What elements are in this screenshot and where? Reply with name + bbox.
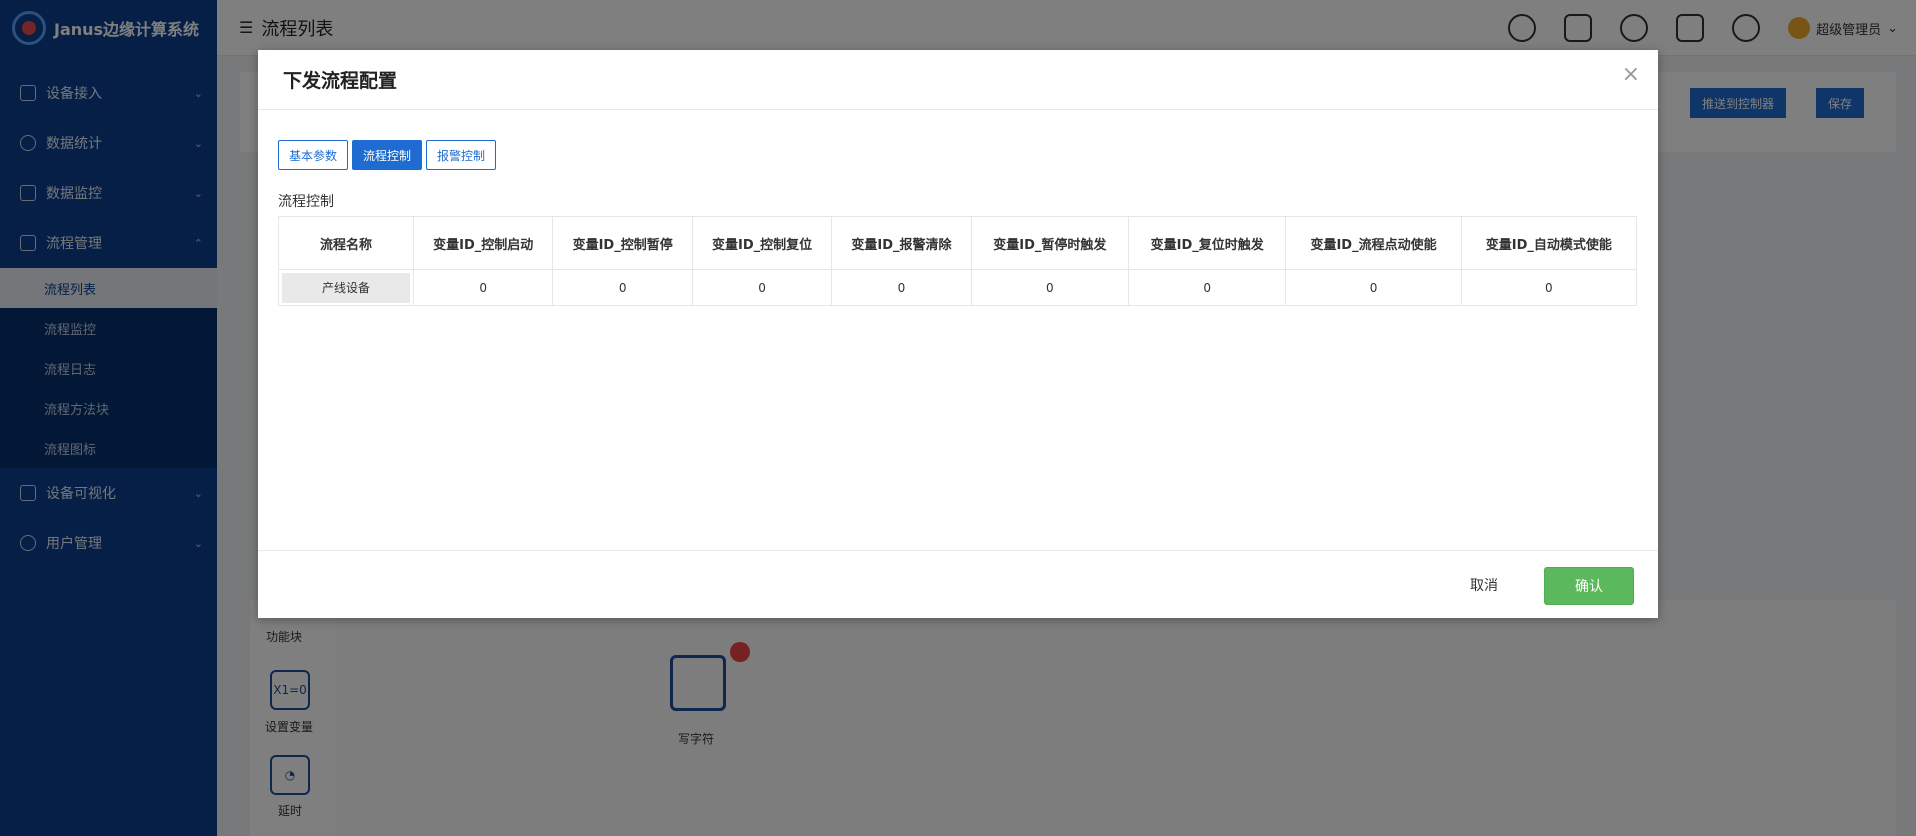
- table-row: 产线设备 0 0 0 0 0 0 0 0: [278, 269, 1638, 306]
- table-cell[interactable]: 0: [691, 269, 833, 306]
- modal-title: 下发流程配置: [283, 70, 398, 92]
- table-cell[interactable]: 0: [970, 269, 1130, 306]
- column-header: 变量ID_自动模式使能: [1460, 216, 1638, 270]
- column-header: 流程名称: [278, 216, 414, 270]
- modal-header: 下发流程配置 ×: [258, 50, 1658, 110]
- dispatch-flow-config-modal: 下发流程配置 × 基本参数 流程控制 报警控制 流程控制 流程名称 变量ID_控…: [258, 50, 1658, 618]
- column-header: 变量ID_报警清除: [831, 216, 972, 270]
- table-cell[interactable]: 0: [412, 269, 554, 306]
- cancel-button[interactable]: 取消: [1460, 567, 1508, 603]
- column-header: 变量ID_暂停时触发: [970, 216, 1130, 270]
- table-cell[interactable]: 0: [1128, 269, 1287, 306]
- column-header: 变量ID_复位时触发: [1128, 216, 1287, 270]
- table-cell[interactable]: 0: [552, 269, 693, 306]
- tab-basic-params[interactable]: 基本参数: [278, 140, 349, 170]
- column-header: 变量ID_流程点动使能: [1285, 216, 1462, 270]
- table-cell[interactable]: 0: [1460, 269, 1638, 306]
- column-header: 变量ID_控制启动: [412, 216, 554, 270]
- tab-alarm-control[interactable]: 报警控制: [426, 140, 497, 170]
- section-label: 流程控制: [278, 194, 334, 210]
- table-header-row: 流程名称 变量ID_控制启动 变量ID_控制暂停 变量ID_控制复位 变量ID_…: [278, 216, 1638, 270]
- tab-flow-control[interactable]: 流程控制: [352, 140, 423, 170]
- config-tabs: 基本参数 流程控制 报警控制: [278, 140, 497, 170]
- column-header: 变量ID_控制暂停: [552, 216, 693, 270]
- table-cell[interactable]: 0: [1285, 269, 1462, 306]
- column-header: 变量ID_控制复位: [691, 216, 833, 270]
- table-cell[interactable]: 0: [831, 269, 972, 306]
- close-icon[interactable]: ×: [1622, 62, 1640, 87]
- confirm-button[interactable]: 确认: [1544, 567, 1634, 605]
- modal-footer: 取消 确认: [258, 550, 1658, 618]
- flow-control-table: 流程名称 变量ID_控制启动 变量ID_控制暂停 变量ID_控制复位 变量ID_…: [278, 216, 1638, 306]
- flow-name-cell: 产线设备: [282, 272, 410, 303]
- table-cell: 产线设备: [278, 269, 414, 306]
